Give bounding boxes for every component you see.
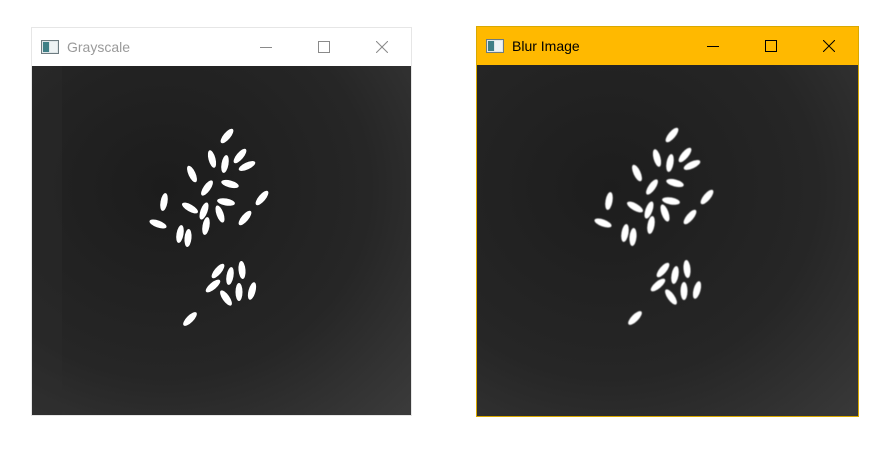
minimize-button[interactable] — [684, 27, 742, 65]
maximize-icon — [318, 41, 330, 53]
rice-grains-blurred-image — [477, 65, 858, 416]
app-icon — [486, 39, 504, 53]
grayscale-image — [32, 66, 411, 415]
maximize-icon — [765, 40, 777, 52]
app-icon — [41, 40, 59, 54]
close-button[interactable] — [800, 27, 858, 65]
close-button[interactable] — [353, 28, 411, 66]
blur-image-window[interactable]: Blur Image — [476, 26, 859, 417]
close-icon — [823, 40, 835, 52]
window-title: Grayscale — [67, 39, 131, 55]
minimize-icon — [707, 46, 719, 47]
titlebar[interactable]: Blur Image — [477, 27, 858, 65]
titlebar[interactable]: Grayscale — [32, 28, 411, 66]
rice-grains-image — [32, 66, 411, 415]
blur-image — [477, 65, 858, 416]
minimize-icon — [260, 47, 272, 48]
grayscale-window[interactable]: Grayscale — [31, 27, 412, 416]
close-icon — [376, 41, 388, 53]
minimize-button[interactable] — [237, 28, 295, 66]
window-title: Blur Image — [512, 38, 580, 54]
maximize-button[interactable] — [742, 27, 800, 65]
maximize-button[interactable] — [295, 28, 353, 66]
